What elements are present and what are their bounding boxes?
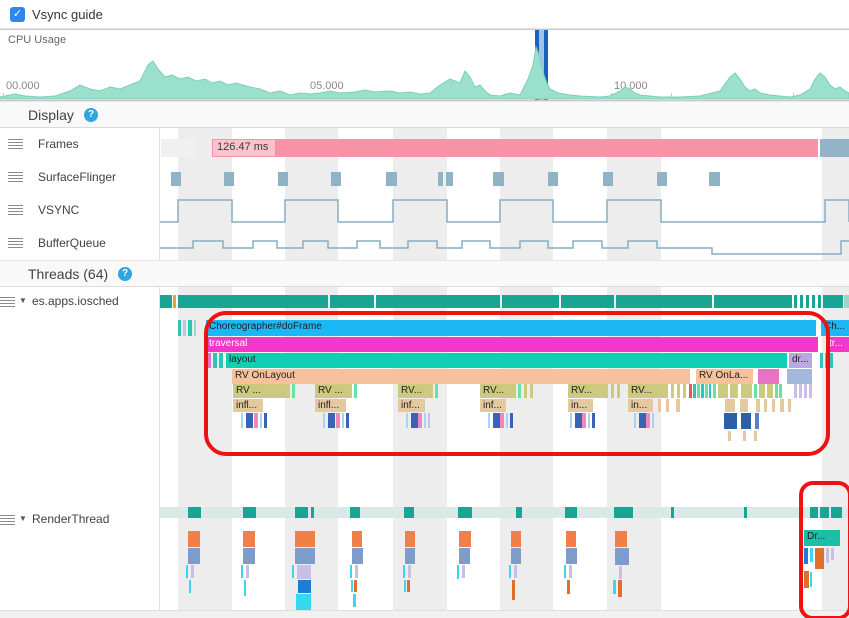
annotation-box-main-thread bbox=[204, 311, 830, 456]
drag-handle-icon[interactable] bbox=[8, 139, 23, 150]
track-label-surfaceflinger[interactable]: SurfaceFlinger bbox=[38, 170, 116, 184]
cpu-usage-area-chart bbox=[0, 47, 849, 99]
drag-handle-icon[interactable] bbox=[0, 297, 15, 308]
expand-collapse-triangle-icon[interactable]: ▼ bbox=[19, 514, 27, 523]
drag-handle-icon[interactable] bbox=[8, 205, 23, 216]
track-label-vsync[interactable]: VSYNC bbox=[38, 203, 79, 217]
drag-handle-icon[interactable] bbox=[0, 515, 15, 526]
vsync-wave bbox=[160, 200, 849, 222]
profiler-window: ✓ Vsync guide CPU Usage 00.00005.00010.0… bbox=[0, 0, 849, 618]
drag-handle-icon[interactable] bbox=[8, 238, 23, 249]
display-labels-column: Frames SurfaceFlinger VSYNC BufferQueue bbox=[0, 128, 160, 260]
expand-collapse-triangle-icon[interactable]: ▼ bbox=[19, 296, 27, 305]
annotation-box-renderthread bbox=[799, 481, 849, 618]
thread-label[interactable]: RenderThread bbox=[32, 512, 109, 526]
track-label-frames[interactable]: Frames bbox=[38, 137, 79, 151]
threads-labels-column: ▼ es.apps.iosched ▼ RenderThread bbox=[0, 287, 160, 610]
thread-label[interactable]: es.apps.iosched bbox=[32, 294, 119, 308]
track-label-bufferqueue[interactable]: BufferQueue bbox=[38, 236, 106, 250]
bottom-gutter bbox=[0, 610, 849, 618]
drag-handle-icon[interactable] bbox=[8, 172, 23, 183]
bufferqueue-wave bbox=[160, 241, 849, 254]
